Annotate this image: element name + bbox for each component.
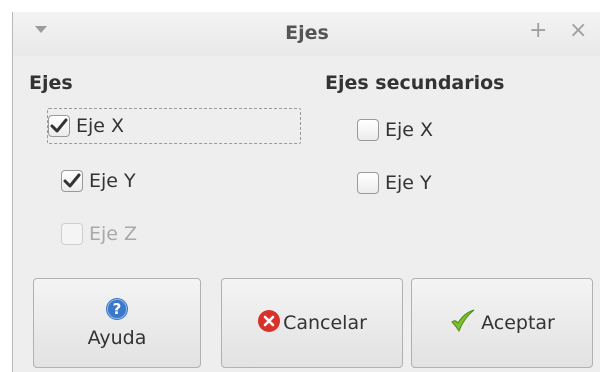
secondary-axes-heading: Ejes secundarios — [325, 72, 505, 94]
window-title: Ejes — [285, 22, 329, 44]
axis-y-checkbox[interactable]: Eje Y — [61, 164, 136, 198]
checkbox-unchecked-icon — [357, 119, 379, 141]
cancel-label: Cancelar — [283, 312, 367, 334]
pin-icon[interactable]: + — [529, 20, 547, 42]
secondary-axis-y-checkbox[interactable]: Eje Y — [357, 166, 432, 200]
checkmark-icon — [449, 308, 477, 339]
accept-button[interactable]: Aceptar — [411, 278, 593, 368]
checkbox-checked-icon — [48, 115, 70, 137]
checkbox-unchecked-icon — [357, 172, 379, 194]
accept-label: Aceptar — [481, 312, 555, 334]
axis-z-checkbox: Eje Z — [61, 217, 137, 251]
cancel-icon — [257, 309, 281, 338]
secondary-axis-x-label: Eje X — [385, 119, 434, 141]
help-label: Ayuda — [87, 326, 147, 349]
secondary-axis-x-checkbox[interactable]: Eje X — [357, 113, 433, 147]
cancel-button[interactable]: Cancelar — [221, 278, 403, 368]
axis-x-label: Eje X — [76, 115, 125, 137]
checkbox-unchecked-icon — [61, 223, 83, 245]
title-bar: Ejes + × — [13, 12, 600, 56]
help-icon: ? — [105, 297, 129, 326]
axes-heading: Ejes — [29, 72, 73, 94]
close-icon[interactable]: × — [569, 20, 587, 42]
help-button[interactable]: ? Ayuda — [33, 278, 201, 368]
svg-text:?: ? — [113, 300, 122, 318]
axis-x-checkbox[interactable]: Eje X — [47, 108, 301, 144]
checkbox-checked-icon — [61, 170, 83, 192]
axis-z-label: Eje Z — [89, 223, 138, 245]
axis-y-label: Eje Y — [89, 170, 136, 192]
secondary-axis-y-label: Eje Y — [385, 172, 432, 194]
axes-dialog: Ejes + × Ejes Eje X Eje Y Eje Z Ejes sec… — [12, 12, 600, 372]
